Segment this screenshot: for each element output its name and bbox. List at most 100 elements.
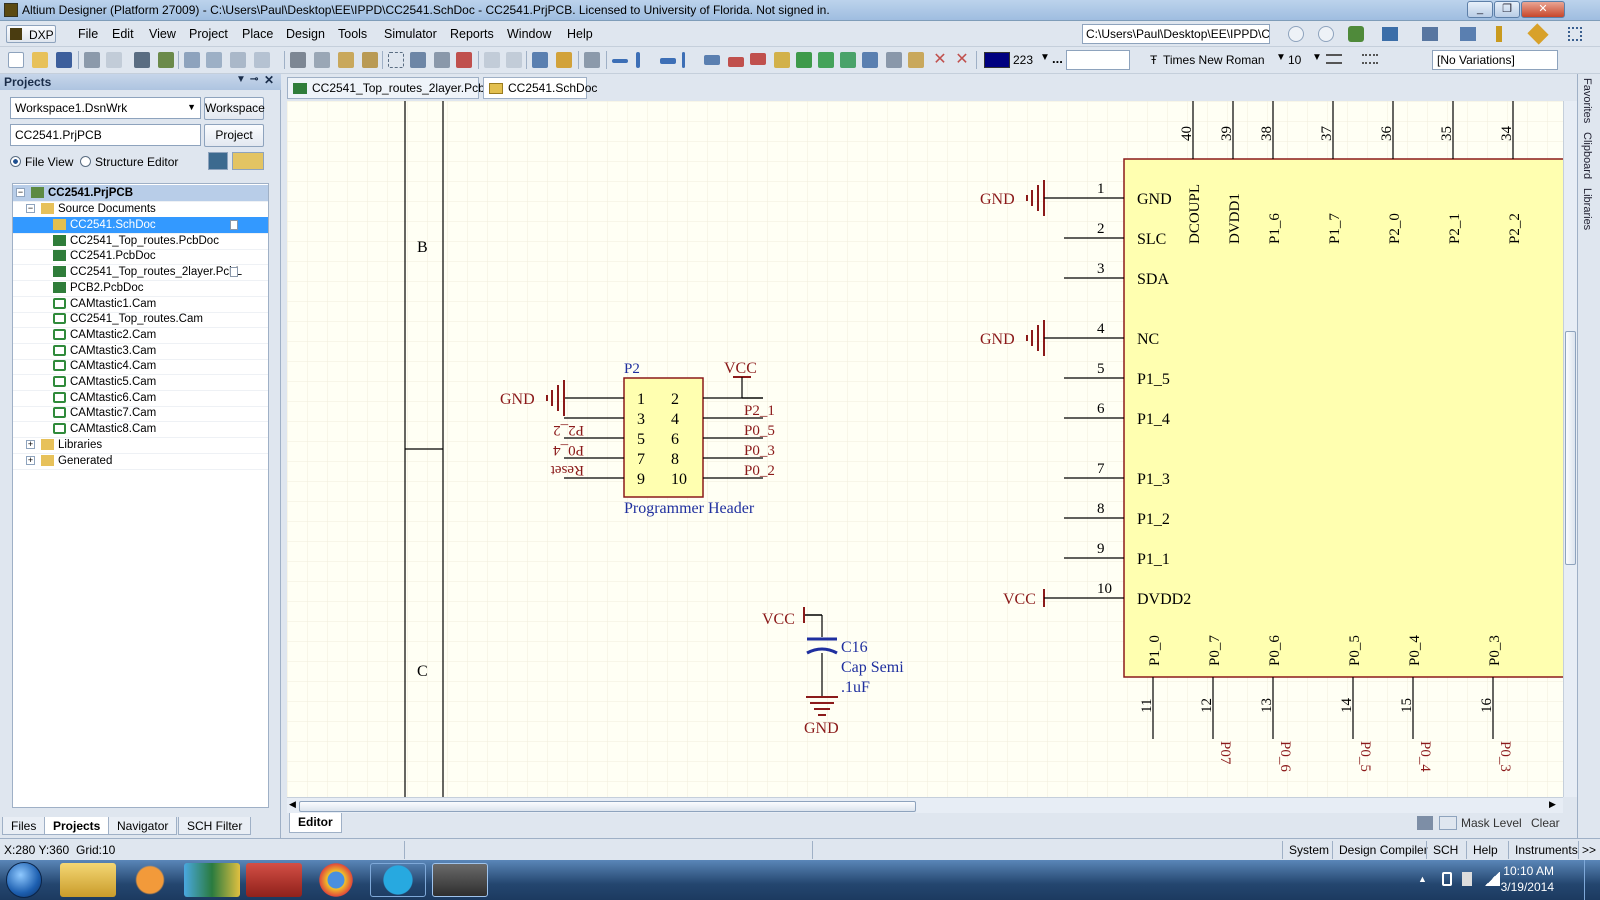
document-path-combo[interactable]: C:\Users\Paul\Desktop\EE\IPPD\C(: [1082, 24, 1270, 44]
apps-taskbar-icon[interactable]: [184, 863, 240, 897]
pin-icon[interactable]: ⊸: [250, 74, 258, 85]
clear-button[interactable]: Clear: [1531, 816, 1560, 830]
collapse-icon[interactable]: −: [26, 204, 35, 213]
refresh-project-icon[interactable]: [208, 152, 228, 170]
project-options-icon[interactable]: [232, 152, 264, 170]
cross-probe-icon[interactable]: [158, 52, 174, 68]
clipboard-tab[interactable]: Clipboard: [1581, 132, 1593, 179]
redo-icon[interactable]: [506, 52, 522, 68]
scroll-thumb[interactable]: [299, 801, 916, 812]
clear-filter-icon[interactable]: [456, 52, 472, 68]
part-icon[interactable]: [1527, 23, 1549, 45]
place-sheet-symbol-icon[interactable]: [796, 52, 812, 68]
zoom-selected-icon[interactable]: [230, 52, 246, 68]
menu-edit[interactable]: Edit: [112, 27, 134, 41]
explorer-taskbar-icon[interactable]: [60, 863, 116, 897]
horizontal-scrollbar[interactable]: ◀ ▶: [287, 797, 1563, 813]
tree-file-item[interactable]: CAMtastic7.Cam: [13, 405, 268, 421]
tree-file-item[interactable]: CC2541_Top_routes.Cam: [13, 311, 268, 327]
move-icon[interactable]: [410, 52, 426, 68]
compile-mask-icon[interactable]: ✕: [954, 52, 970, 68]
tree-file-item[interactable]: CAMtastic1.Cam: [13, 296, 268, 312]
schematic-canvas[interactable]: B C 40 DCOUPL 39 DVDD1 38 P1_6 37 P1_7 36 P2_0 35 P…: [287, 101, 1563, 797]
menu-design[interactable]: Design: [286, 27, 325, 41]
vcc-power-port-icon[interactable]: [750, 53, 766, 65]
battery-icon[interactable]: [1462, 872, 1472, 886]
place-net-label-icon[interactable]: [704, 55, 720, 65]
chrome-taskbar-icon[interactable]: [308, 863, 364, 897]
menu-view[interactable]: View: [149, 27, 176, 41]
color-more-button[interactable]: ...: [1052, 51, 1063, 66]
place-wire-icon[interactable]: [612, 59, 628, 63]
tree-file-item[interactable]: CAMtastic2.Cam: [13, 327, 268, 343]
tree-file-item[interactable]: CAMtastic6.Cam: [13, 390, 268, 406]
tab-projects[interactable]: Projects: [44, 817, 110, 835]
open-folder-icon[interactable]: [32, 52, 48, 68]
tree-file-item[interactable]: CAMtastic8.Cam: [13, 421, 268, 437]
tab-navigator[interactable]: Navigator: [108, 817, 178, 835]
undo-icon[interactable]: [484, 52, 500, 68]
place-sheet-entry-icon[interactable]: [818, 52, 834, 68]
forward-icon[interactable]: [1318, 26, 1334, 42]
variations-combo[interactable]: [No Variations]: [1432, 50, 1558, 70]
libraries-tab[interactable]: Libraries: [1581, 188, 1593, 230]
tree-file-item[interactable]: CC2541_Top_routes_2layer.PcbL: [13, 264, 268, 280]
chevron-down-icon[interactable]: ▼: [1312, 52, 1322, 63]
place-device-sheet-icon[interactable]: [840, 52, 856, 68]
menu-place[interactable]: Place: [242, 27, 273, 41]
compile-icon[interactable]: [584, 52, 600, 68]
line-width-icon[interactable]: [1326, 54, 1342, 64]
home-icon[interactable]: [1348, 26, 1364, 42]
close-window-button[interactable]: ✕: [1521, 1, 1565, 18]
tree-file-item[interactable]: PCB2.PcbDoc: [13, 280, 268, 296]
sheet-actions-icon[interactable]: [1382, 27, 1398, 41]
workspace-button[interactable]: Workspace: [204, 97, 265, 120]
vertical-scrollbar[interactable]: [1563, 101, 1577, 797]
menu-project[interactable]: Project: [189, 27, 228, 41]
file-view-radio[interactable]: [10, 156, 21, 167]
structure-editor-radio[interactable]: [80, 156, 91, 167]
power-port-icon[interactable]: [1460, 27, 1476, 41]
clock-date[interactable]: 3/19/2014: [1501, 880, 1554, 894]
cut-icon[interactable]: [290, 52, 306, 68]
style-combo[interactable]: [1066, 50, 1130, 70]
place-bus-entry-icon[interactable]: [660, 58, 676, 64]
eraser-icon[interactable]: [1417, 816, 1433, 830]
place-part-icon[interactable]: [774, 52, 790, 68]
altium-taskbar-icon[interactable]: [432, 863, 488, 897]
menu-reports[interactable]: Reports: [450, 27, 494, 41]
show-hidden-icons[interactable]: ▲: [1418, 874, 1427, 884]
programmer-header-body[interactable]: [623, 377, 704, 498]
color-swatch[interactable]: [984, 52, 1010, 68]
place-harness-icon[interactable]: [886, 52, 902, 68]
tree-file-item[interactable]: CC2541.PcbDoc: [13, 248, 268, 264]
menu-help[interactable]: Help: [567, 27, 593, 41]
filter-icon[interactable]: [1439, 816, 1457, 830]
copy-icon[interactable]: [314, 52, 330, 68]
open-device-view-icon[interactable]: [134, 52, 150, 68]
editor-tab[interactable]: Editor: [289, 813, 342, 833]
skype-taskbar-icon[interactable]: [370, 863, 426, 897]
font-size-combo[interactable]: 10: [1288, 53, 1301, 67]
expand-icon[interactable]: +: [26, 439, 35, 449]
help-button[interactable]: Help: [1466, 841, 1504, 859]
select-area-icon[interactable]: [388, 52, 404, 68]
collapse-icon[interactable]: −: [16, 188, 25, 197]
favorites-tab[interactable]: Favorites: [1581, 78, 1593, 123]
tree-file-item[interactable]: CAMtastic3.Cam: [13, 343, 268, 359]
close-icon[interactable]: ✕: [264, 73, 274, 87]
menu-window[interactable]: Window: [507, 27, 551, 41]
grid-icon[interactable]: [1568, 27, 1582, 41]
tree-folder-libraries[interactable]: + Libraries: [13, 437, 268, 453]
back-icon[interactable]: [1288, 26, 1304, 42]
menu-file[interactable]: File: [78, 27, 98, 41]
browse-icon[interactable]: [556, 52, 572, 68]
menu-simulator[interactable]: Simulator: [384, 27, 437, 41]
rubber-stamp-icon[interactable]: [362, 52, 378, 68]
tree-file-item[interactable]: CAMtastic4.Cam: [13, 358, 268, 374]
expand-icon[interactable]: +: [26, 455, 35, 465]
hierarchy-icon[interactable]: [532, 52, 548, 68]
print-preview-icon[interactable]: [106, 52, 122, 68]
more-button[interactable]: >>: [1578, 841, 1599, 859]
project-button[interactable]: Project: [204, 124, 264, 147]
